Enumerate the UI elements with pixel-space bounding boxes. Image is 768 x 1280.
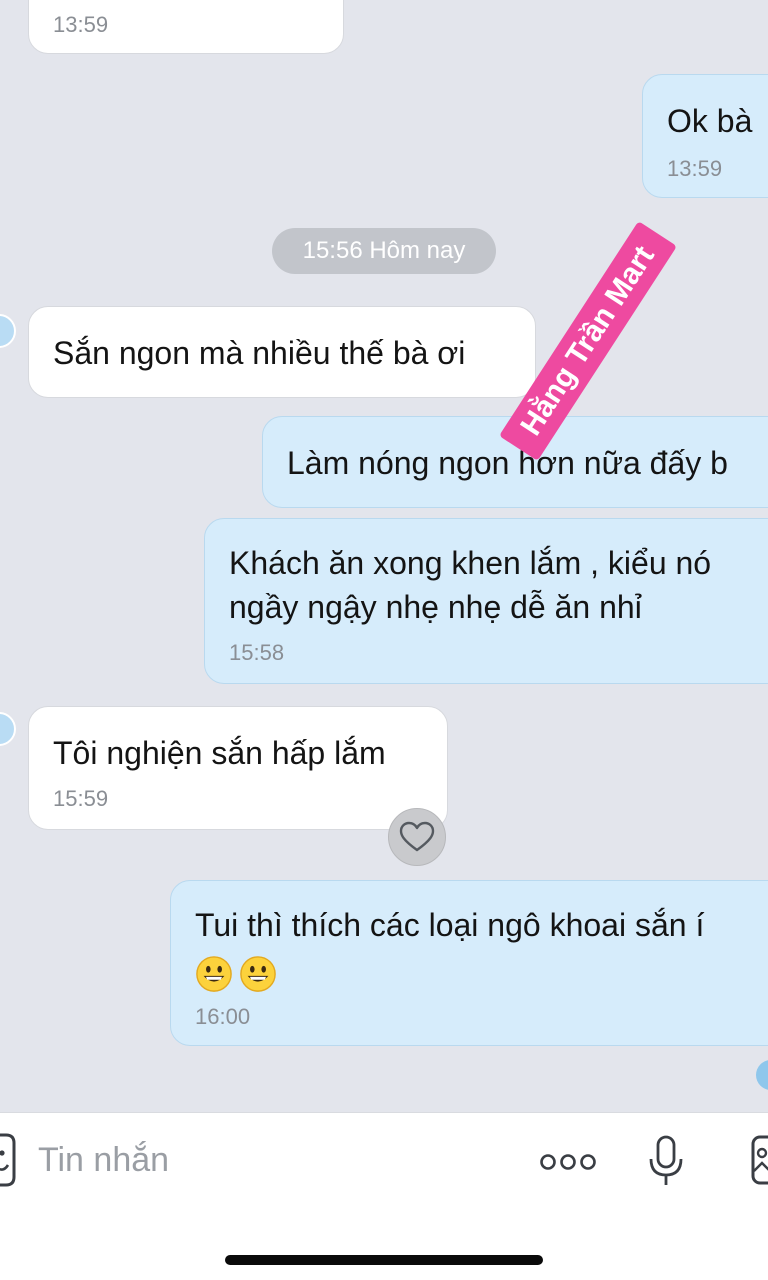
message-time: 13:59 [667, 156, 723, 181]
message-bubble-outgoing[interactable]: Tui thì thích các loại ngô khoai sắn í 1… [170, 880, 768, 1046]
emoji-row [195, 951, 283, 992]
message-text: Làm nóng ngon hơn nữa đấy b [287, 445, 728, 481]
message-text-line: ngầy ngậy nhẹ nhẹ dễ ăn nhỉ [229, 589, 642, 625]
message-text: Ok bà [667, 103, 753, 139]
image-icon[interactable] [750, 1131, 768, 1191]
message-bubble-incoming[interactable]: Tôi nghiện sắn hấp lắm 15:59 [28, 706, 448, 830]
chat-message-list[interactable]: 13:59 Ok bà 13:59 15:56 Hôm nay Sắn ngon… [0, 0, 768, 1112]
grinning-face-emoji [196, 955, 232, 992]
message-time: 15:59 [53, 786, 109, 811]
message-bubble-incoming[interactable]: 13:59 [28, 0, 344, 54]
message-text-line: Khách ăn xong khen lắm , kiểu nó [229, 545, 712, 581]
message-bubble-outgoing[interactable]: Khách ăn xong khen lắm , kiểu nó ngầy ng… [204, 518, 768, 684]
sender-avatar[interactable] [0, 314, 16, 348]
reaction-button[interactable] [388, 808, 446, 866]
message-bubble-outgoing[interactable]: Ok bà 13:59 [642, 74, 768, 198]
message-text: Tui thì thích các loại ngô khoai sắn í [195, 907, 705, 943]
sender-avatar[interactable] [0, 712, 16, 746]
message-time: 13:59 [53, 12, 109, 37]
message-time: 16:00 [195, 1004, 251, 1029]
message-time: 15:58 [229, 640, 285, 665]
message-bubble-incoming[interactable]: Sắn ngon mà nhiều thế bà ơi [28, 306, 536, 398]
more-icon[interactable] [538, 1147, 598, 1177]
heart-icon [399, 821, 435, 852]
sticker-icon[interactable] [0, 1125, 24, 1195]
message-text: Sắn ngon mà nhiều thế bà ơi [53, 335, 466, 371]
message-input[interactable]: Tin nhắn [38, 1137, 169, 1183]
microphone-icon[interactable] [646, 1133, 686, 1189]
home-indicator [225, 1255, 543, 1265]
message-composer: Tin nhắn [0, 1112, 768, 1280]
seen-avatar [756, 1060, 768, 1090]
message-text: Tôi nghiện sắn hấp lắm [53, 735, 386, 771]
date-separator: 15:56 Hôm nay [272, 228, 496, 274]
grinning-face-emoji [240, 955, 276, 992]
